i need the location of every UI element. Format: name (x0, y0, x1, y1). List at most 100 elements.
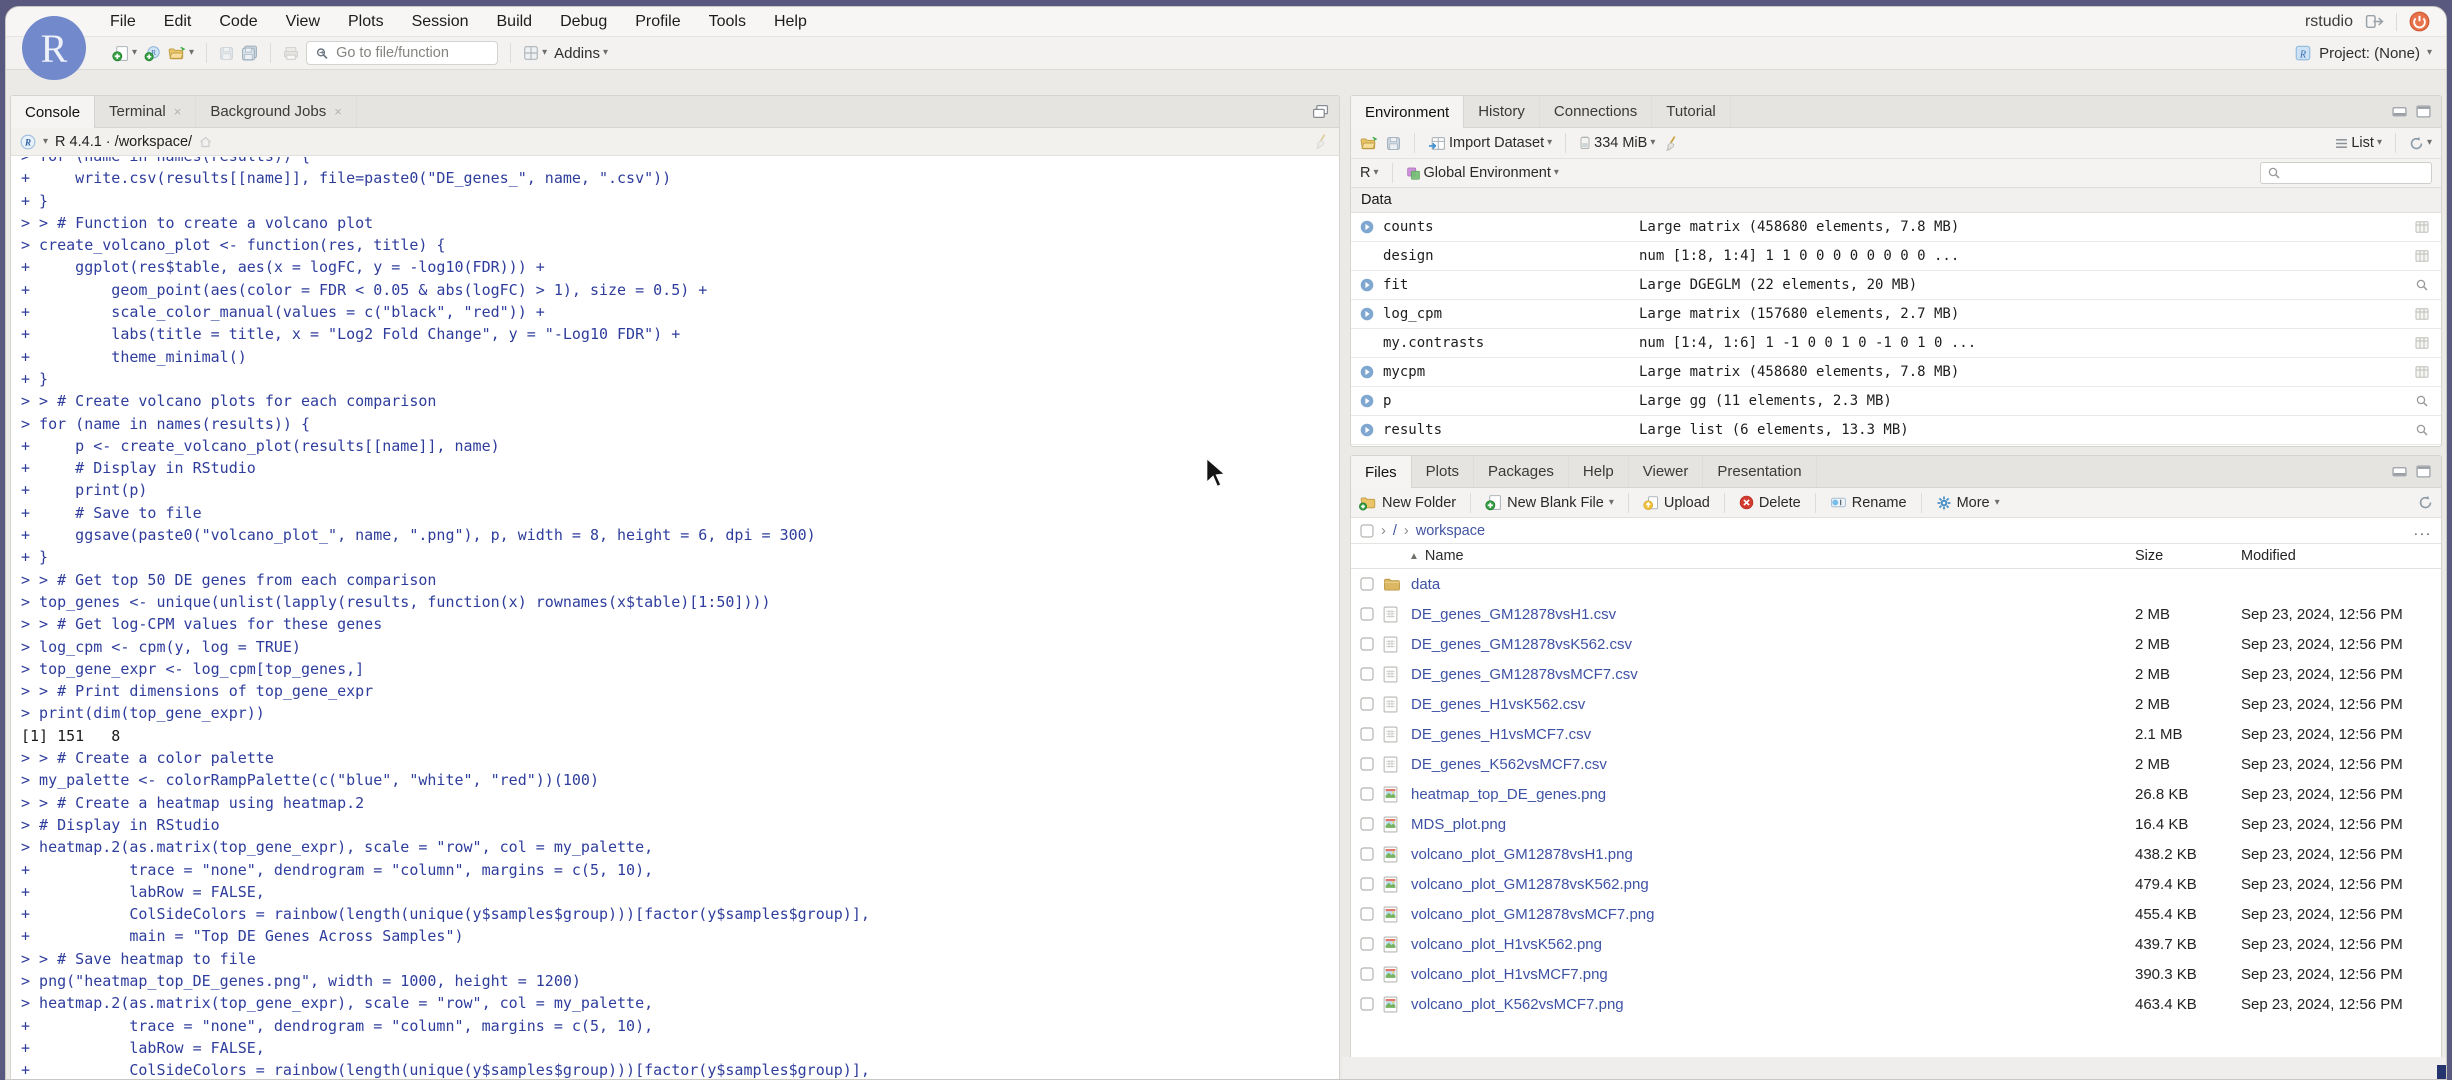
file-checkbox[interactable] (1360, 667, 1374, 681)
open-file-button[interactable]: ▾ (168, 46, 194, 61)
file-name-link[interactable]: DE_genes_K562vsMCF7.csv (1411, 756, 2135, 773)
file-name-link[interactable]: DE_genes_GM12878vsMCF7.csv (1411, 666, 2135, 683)
menu-code[interactable]: Code (219, 13, 257, 31)
file-checkbox[interactable] (1360, 937, 1374, 951)
file-row[interactable]: volcano_plot_GM12878vsH1.png 438.2 KB Sep … (1351, 839, 2441, 869)
environment-object-row[interactable]: p Large gg (11 elements, 2.3 MB) (1351, 387, 2441, 416)
file-name-link[interactable]: DE_genes_H1vsMCF7.csv (1411, 726, 2135, 743)
close-tab-icon[interactable]: × (334, 104, 342, 119)
console-output[interactable]: > for (name in names(results)) { + write… (11, 157, 1339, 1079)
file-checkbox[interactable] (1360, 787, 1374, 801)
file-row[interactable]: volcano_plot_GM12878vsMCF7.png 455.4 KB Se… (1351, 899, 2441, 929)
environment-object-row[interactable]: fit Large DGEGLM (22 elements, 20 MB) (1351, 271, 2441, 300)
minimize-pane-icon[interactable] (2392, 105, 2407, 118)
console-tab-background-jobs[interactable]: Background Jobs × (196, 96, 357, 127)
file-name-link[interactable]: volcano_plot_H1vsMCF7.png (1411, 966, 2135, 983)
file-row[interactable]: volcano_plot_H1vsK562.png 439.7 KB Sep 23,… (1351, 929, 2441, 959)
file-name-link[interactable]: DE_genes_H1vsK562.csv (1411, 696, 2135, 713)
file-row[interactable]: DE_genes_H1vsMCF7.csv 2.1 MB Sep 23, 2024,… (1351, 719, 2441, 749)
files-tab-plots[interactable]: Plots (1412, 456, 1475, 487)
file-checkbox[interactable] (1360, 607, 1374, 621)
view-object-icon[interactable] (2415, 423, 2429, 437)
rename-button[interactable]: Rename (1830, 495, 1907, 511)
new-blank-file-button[interactable]: New Blank File ▾ (1485, 494, 1614, 511)
menu-profile[interactable]: Profile (635, 13, 680, 31)
print-button[interactable] (283, 46, 299, 61)
import-dataset-button[interactable]: Import Dataset ▾ (1428, 135, 1552, 151)
addins-menu[interactable]: Addins ▾ (554, 45, 608, 62)
view-object-icon[interactable] (2415, 278, 2429, 292)
file-name-link[interactable]: volcano_plot_GM12878vsH1.png (1411, 846, 2135, 863)
column-header-modified[interactable]: Modified (2241, 548, 2441, 564)
maximize-pane-icon[interactable] (1312, 104, 1329, 119)
environment-tab-environment[interactable]: Environment (1351, 96, 1465, 128)
project-selector[interactable]: R Project: (None) ▾ (2294, 44, 2432, 62)
compile-report-button[interactable]: ▾ (523, 45, 547, 61)
file-row[interactable]: DE_genes_GM12878vsH1.csv 2 MB Sep 23, 2024… (1351, 599, 2441, 629)
file-row[interactable]: DE_genes_H1vsK562.csv 2 MB Sep 23, 2024, 1… (1351, 689, 2441, 719)
file-name-link[interactable]: volcano_plot_H1vsK562.png (1411, 936, 2135, 953)
expand-object-icon[interactable] (1360, 220, 1374, 234)
file-checkbox[interactable] (1360, 727, 1374, 741)
expand-object-icon[interactable] (1360, 423, 1374, 437)
new-project-button[interactable]: R (144, 45, 161, 62)
column-header-name[interactable]: ▲ Name (1383, 548, 2135, 564)
file-row[interactable]: DE_genes_GM12878vsMCF7.csv 2 MB Sep 23, 20… (1351, 659, 2441, 689)
breadcrumb-folder[interactable]: workspace (1416, 523, 1485, 539)
environment-object-row[interactable]: design num [1:8, 1:4] 1 1 0 0 0 0 0 0 0 0… (1351, 242, 2441, 271)
memory-usage-button[interactable]: 334 MiB ▾ (1579, 135, 1655, 151)
file-checkbox[interactable] (1360, 907, 1374, 921)
environment-tab-history[interactable]: History (1464, 96, 1540, 127)
power-button[interactable] (2409, 11, 2430, 32)
expand-object-icon[interactable] (1360, 307, 1374, 321)
sign-out-icon[interactable] (2365, 14, 2384, 29)
clear-environment-icon[interactable] (1663, 135, 1680, 152)
maximize-pane-icon[interactable] (2416, 465, 2431, 478)
clear-console-icon[interactable] (1313, 133, 1330, 150)
file-row[interactable]: DE_genes_GM12878vsK562.csv 2 MB Sep 23, 20… (1351, 629, 2441, 659)
more-button[interactable]: More ▾ (1936, 495, 2000, 511)
file-checkbox[interactable] (1360, 967, 1374, 981)
file-name-link[interactable]: data (1411, 576, 2135, 593)
file-checkbox[interactable] (1360, 577, 1374, 591)
select-all-checkbox[interactable] (1360, 523, 1374, 538)
menu-view[interactable]: View (286, 13, 320, 31)
menu-build[interactable]: Build (497, 13, 533, 31)
file-name-link[interactable]: volcano_plot_K562vsMCF7.png (1411, 996, 2135, 1013)
language-selector[interactable]: R ▾ (1360, 165, 1379, 181)
view-table-icon[interactable] (2415, 336, 2429, 350)
goto-file-function-input[interactable]: Go to file/function (306, 41, 499, 65)
environment-selector[interactable]: Global Environment ▾ (1406, 165, 1559, 181)
file-checkbox[interactable] (1360, 847, 1374, 861)
view-object-icon[interactable] (2415, 394, 2429, 408)
menu-session[interactable]: Session (412, 13, 469, 31)
upload-button[interactable]: Upload (1643, 495, 1710, 511)
environment-tab-tutorial[interactable]: Tutorial (1652, 96, 1731, 127)
expand-object-icon[interactable] (1360, 394, 1374, 408)
view-table-icon[interactable] (2415, 249, 2429, 263)
menu-help[interactable]: Help (774, 13, 807, 31)
file-row[interactable]: volcano_plot_H1vsMCF7.png 390.3 KB Sep 23,… (1351, 959, 2441, 989)
environment-object-row[interactable]: counts Large matrix (458680 elements, 7.8… (1351, 213, 2441, 242)
file-row[interactable]: heatmap_top_DE_genes.png 26.8 KB Sep 23, 2… (1351, 779, 2441, 809)
new-folder-button[interactable]: New Folder (1359, 495, 1456, 511)
menu-tools[interactable]: Tools (709, 13, 746, 31)
environment-object-row[interactable]: my.contrasts num [1:4, 1:6] 1 -1 0 0 1 0 … (1351, 329, 2441, 358)
new-file-button[interactable]: ▾ (112, 45, 137, 62)
menu-file[interactable]: File (110, 13, 136, 31)
menu-plots[interactable]: Plots (348, 13, 384, 31)
file-row[interactable]: volcano_plot_GM12878vsK562.png 479.4 KB Se… (1351, 869, 2441, 899)
refresh-environment-button[interactable]: ▾ (2409, 136, 2432, 151)
file-checkbox[interactable] (1360, 877, 1374, 891)
file-row[interactable]: data (1351, 569, 2441, 599)
file-row[interactable]: volcano_plot_K562vsMCF7.png 463.4 KB Sep 2… (1351, 989, 2441, 1019)
files-tab-packages[interactable]: Packages (1474, 456, 1569, 487)
file-checkbox[interactable] (1360, 997, 1374, 1011)
file-name-link[interactable]: DE_genes_GM12878vsK562.csv (1411, 636, 2135, 653)
save-all-button[interactable] (241, 45, 258, 61)
column-header-size[interactable]: Size (2135, 548, 2241, 564)
r-version-icon[interactable]: R (20, 134, 36, 150)
menu-edit[interactable]: Edit (164, 13, 192, 31)
environment-search-input[interactable] (2260, 162, 2432, 184)
refresh-files-icon[interactable] (2418, 495, 2433, 510)
